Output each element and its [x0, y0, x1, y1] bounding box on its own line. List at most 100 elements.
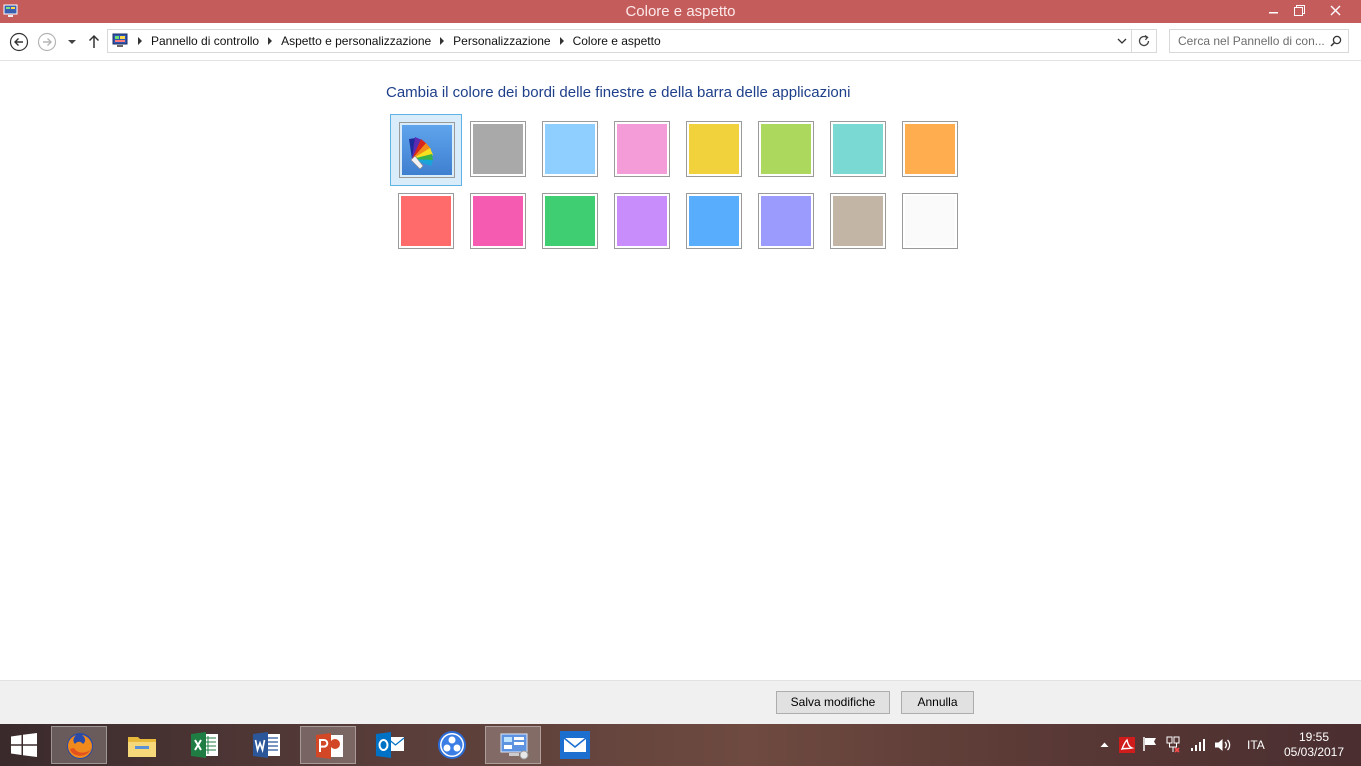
swatch-frame — [902, 193, 958, 249]
up-button[interactable] — [86, 32, 106, 52]
breadcrumb-separator-icon[interactable] — [138, 37, 142, 45]
back-arrow-icon — [9, 32, 29, 52]
chevron-down-icon — [68, 40, 76, 44]
color-swatch-yellow[interactable] — [678, 114, 750, 186]
firefox-icon — [67, 733, 93, 759]
breadcrumb-control-panel[interactable]: Pannello di controllo — [151, 34, 259, 48]
app-circles-icon — [438, 731, 466, 759]
swatch-color — [617, 124, 667, 174]
color-swatch-white[interactable] — [894, 186, 966, 258]
show-hidden-icons-icon[interactable] — [1100, 741, 1109, 748]
breadcrumb-color-appearance[interactable]: Colore e aspetto — [573, 34, 661, 48]
main-content: Cambia il colore dei bordi delle finestr… — [0, 62, 1361, 680]
breadcrumb-appearance[interactable]: Aspetto e personalizzazione — [281, 34, 431, 48]
window-title: Colore e aspetto — [625, 3, 736, 20]
cancel-button[interactable]: Annulla — [901, 691, 974, 714]
color-swatch-blue[interactable] — [678, 186, 750, 258]
swatch-color — [833, 124, 883, 174]
swatch-frame — [902, 121, 958, 177]
breadcrumb-personalization[interactable]: Personalizzazione — [453, 34, 550, 48]
swatch-color — [473, 124, 523, 174]
color-swatch-periwinkle[interactable] — [750, 186, 822, 258]
breadcrumb-separator-icon[interactable] — [559, 37, 564, 45]
volume-icon[interactable] — [1214, 737, 1232, 753]
color-swatch-teal[interactable] — [822, 114, 894, 186]
swatch-color — [689, 196, 739, 246]
search-box[interactable] — [1169, 29, 1349, 53]
refresh-button[interactable] — [1132, 29, 1157, 53]
color-swatch-orange[interactable] — [894, 114, 966, 186]
color-swatch-lime[interactable] — [750, 114, 822, 186]
swatch-color — [689, 124, 739, 174]
input-language[interactable]: ITA — [1247, 738, 1265, 752]
taskbar-mail[interactable] — [547, 726, 603, 764]
forward-arrow-icon — [37, 32, 57, 52]
control-panel-icon — [112, 33, 128, 47]
color-swatch-pink[interactable] — [606, 114, 678, 186]
swatch-frame — [758, 121, 814, 177]
taskbar-word[interactable] — [238, 726, 294, 764]
color-swatch-green[interactable] — [534, 186, 606, 258]
forward-button[interactable] — [37, 32, 57, 52]
search-icon[interactable] — [1330, 35, 1342, 47]
color-swatch-red[interactable] — [390, 186, 462, 258]
color-swatch-violet[interactable] — [606, 186, 678, 258]
swatch-color — [545, 124, 595, 174]
signal-bars-icon[interactable] — [1190, 738, 1206, 752]
network-icon[interactable] — [1165, 736, 1181, 753]
swatch-frame — [542, 121, 598, 177]
address-dropdown-icon[interactable] — [1116, 35, 1128, 47]
close-button[interactable] — [1321, 0, 1349, 22]
swatch-frame — [686, 121, 742, 177]
restore-button[interactable] — [1286, 0, 1313, 22]
excel-icon — [191, 732, 218, 758]
minimize-button[interactable] — [1260, 0, 1287, 22]
color-swatch-gray[interactable] — [462, 114, 534, 186]
taskbar-firefox[interactable] — [51, 726, 107, 764]
taskbar-excel[interactable] — [176, 726, 232, 764]
taskbar-file-explorer[interactable] — [114, 726, 170, 764]
swatch-frame — [614, 193, 670, 249]
swatch-frame — [830, 193, 886, 249]
taskbar-powerpoint[interactable] — [300, 726, 356, 764]
color-swatch-grid — [390, 114, 970, 254]
swatch-frame — [470, 193, 526, 249]
footer-bar: Salva modifiche Annulla — [0, 680, 1361, 724]
swatch-frame — [830, 121, 886, 177]
swatch-frame — [470, 121, 526, 177]
address-bar[interactable]: Pannello di controllo Aspetto e personal… — [107, 29, 1132, 53]
swatch-color — [833, 196, 883, 246]
color-swatch-magenta[interactable] — [462, 186, 534, 258]
refresh-icon — [1138, 34, 1150, 47]
recent-locations-button[interactable] — [66, 32, 78, 52]
minimize-icon — [1268, 12, 1278, 14]
swatch-frame — [758, 193, 814, 249]
taskbar-control-panel[interactable] — [485, 726, 541, 764]
up-arrow-icon — [88, 34, 100, 48]
color-swatch-automatic[interactable] — [390, 114, 462, 186]
color-swatch-light-blue[interactable] — [534, 114, 606, 186]
swatch-color — [905, 124, 955, 174]
taskbar-outlook[interactable] — [362, 726, 418, 764]
antivirus-icon[interactable] — [1118, 736, 1136, 754]
taskbar: ITA 19:55 05/03/2017 — [0, 724, 1361, 766]
windows-start-icon[interactable] — [10, 733, 38, 757]
page-heading: Cambia il colore dei bordi delle finestr… — [386, 84, 851, 101]
breadcrumb-separator-icon[interactable] — [440, 37, 445, 45]
swatch-frame — [614, 121, 670, 177]
system-clock[interactable]: 19:55 05/03/2017 — [1280, 730, 1348, 760]
control-panel-icon — [500, 733, 529, 760]
restore-icon — [1294, 5, 1305, 16]
save-changes-button[interactable]: Salva modifiche — [776, 691, 890, 714]
back-button[interactable] — [9, 32, 29, 52]
search-input[interactable] — [1170, 30, 1326, 52]
action-center-flag-icon[interactable] — [1142, 736, 1158, 752]
swatch-color — [761, 196, 811, 246]
breadcrumb-separator-icon[interactable] — [268, 37, 273, 45]
navigation-bar: Pannello di controllo Aspetto e personal… — [0, 23, 1361, 61]
clock-time: 19:55 — [1298, 730, 1330, 744]
taskbar-app[interactable] — [424, 726, 480, 764]
swatch-color — [473, 196, 523, 246]
swatch-color — [545, 196, 595, 246]
color-swatch-taupe[interactable] — [822, 186, 894, 258]
